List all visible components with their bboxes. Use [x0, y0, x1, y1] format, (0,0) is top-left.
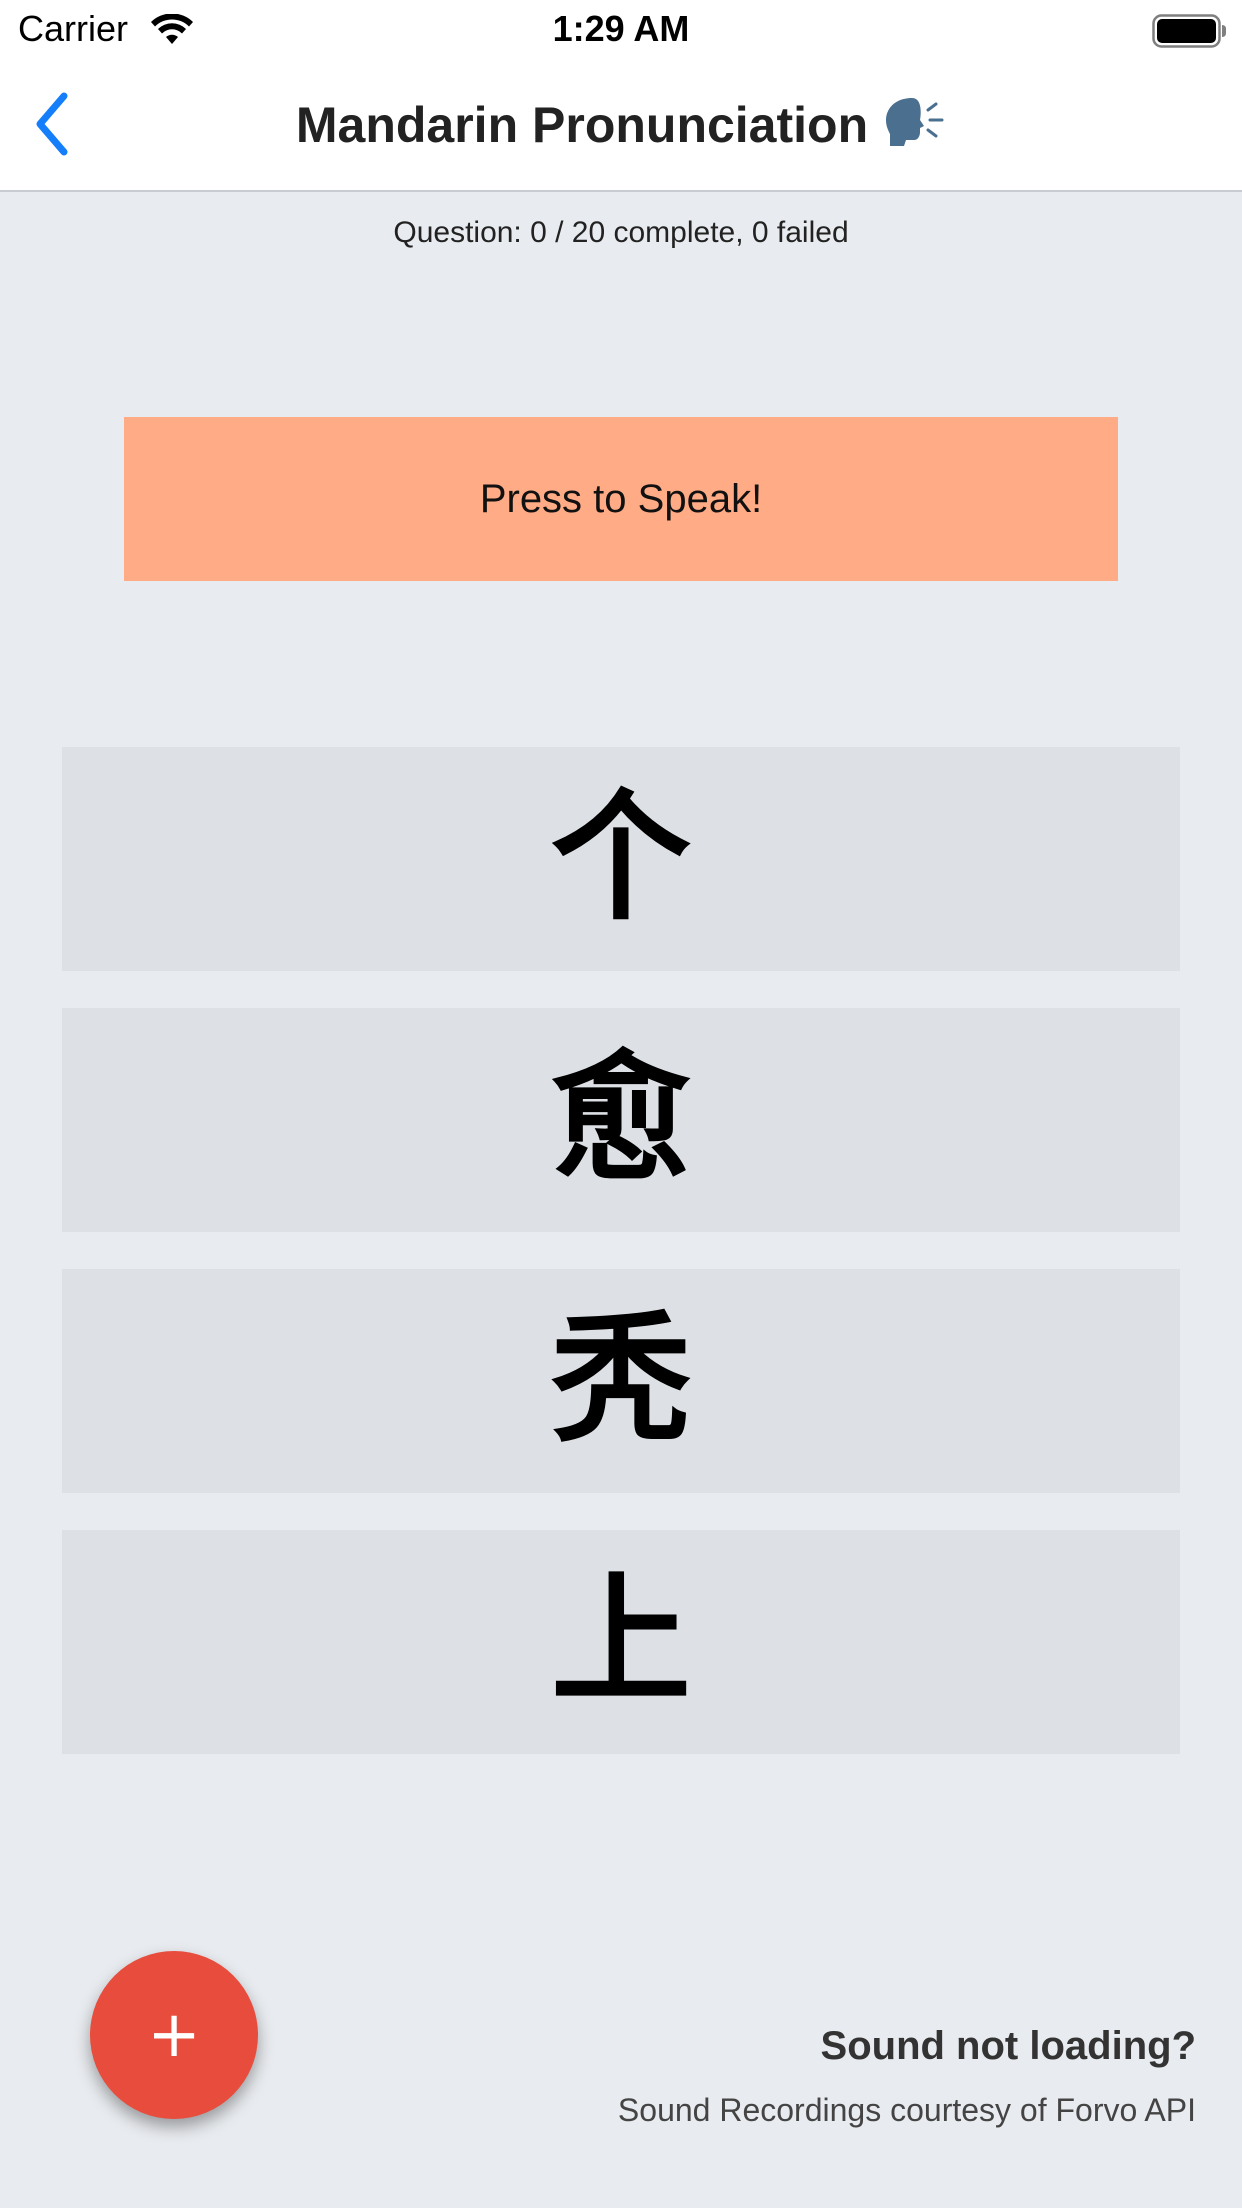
choice-character: 上	[550, 1560, 691, 1723]
battery-icon	[1152, 14, 1226, 48]
choice-character: 秃	[550, 1299, 691, 1462]
page-title: Mandarin Pronunciation	[0, 94, 1242, 154]
answer-choice-1[interactable]: 个	[62, 747, 1180, 971]
choice-character: 个	[550, 777, 691, 940]
sound-not-loading-link[interactable]: Sound not loading?	[821, 2024, 1196, 2069]
forvo-credits: Sound Recordings courtesy of Forvo API	[617, 2092, 1196, 2128]
choice-character: 愈	[550, 1038, 691, 1201]
answer-choice-4[interactable]: 上	[62, 1530, 1180, 1754]
speaking-head-icon	[886, 98, 944, 146]
clock: 1:29 AM	[552, 8, 690, 49]
press-to-speak-button[interactable]: Press to Speak!	[124, 417, 1118, 581]
add-button[interactable]: +	[90, 1951, 258, 2119]
answer-choice-2[interactable]: 愈	[62, 1008, 1180, 1232]
page-title-text: Mandarin Pronunciation	[295, 97, 869, 153]
status-bar: Carrier 1:29 AM	[0, 0, 1242, 60]
plus-icon: +	[147, 1998, 201, 2072]
navigation-bar: Mandarin Pronunciation	[0, 60, 1242, 192]
progress-status: Question: 0 / 20 complete, 0 failed	[393, 216, 849, 249]
answer-choice-3[interactable]: 秃	[62, 1269, 1180, 1493]
